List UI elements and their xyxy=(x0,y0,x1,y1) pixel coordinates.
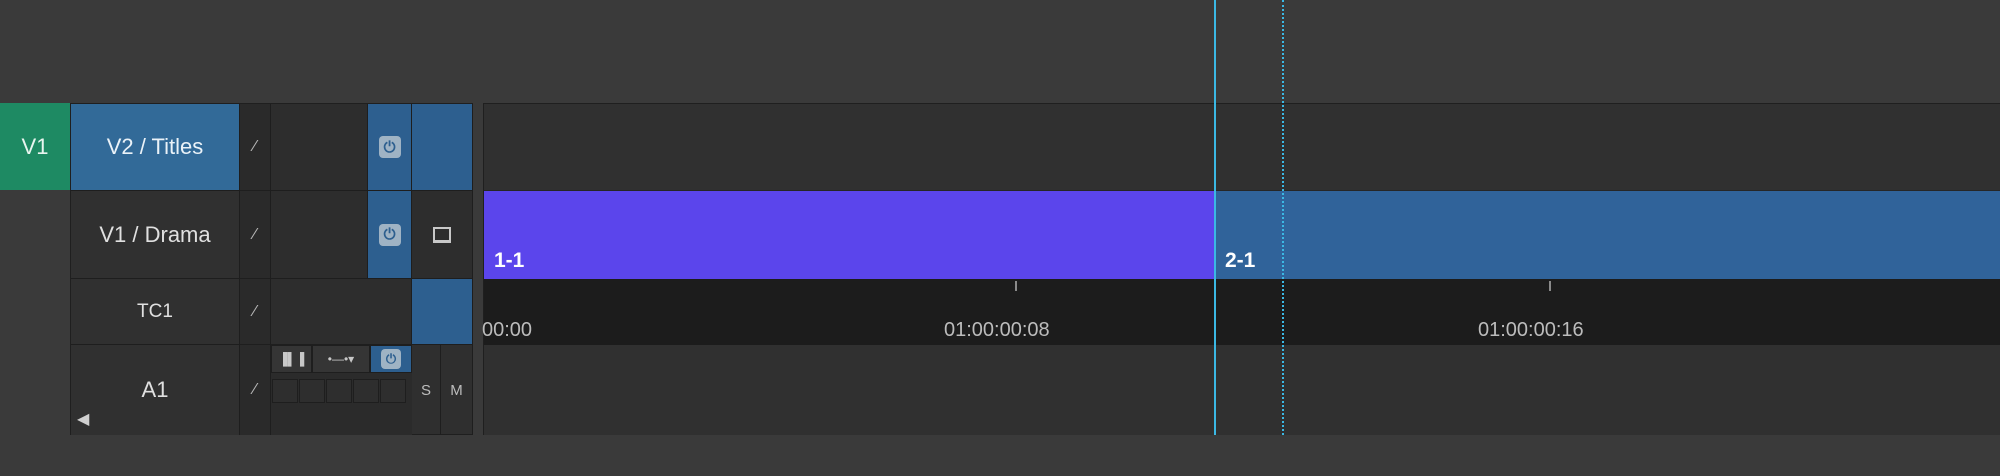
power-icon: ⏻ xyxy=(381,349,401,369)
track-name-v2-titles[interactable]: V2 / Titles xyxy=(71,104,240,191)
source-patch-v1[interactable]: V1 xyxy=(0,103,70,190)
audio-controls: ▐▌▐ •—•▾ ⏻ xyxy=(271,345,412,435)
meter-segment xyxy=(299,379,325,403)
clip-label: 2-1 xyxy=(1225,249,1256,272)
waveform-button[interactable]: ▐▌▐ xyxy=(271,345,312,373)
lane-a1[interactable] xyxy=(484,345,2000,435)
lane-v2[interactable] xyxy=(484,104,2000,191)
timecode-label: 00:00 xyxy=(482,319,533,341)
meter-segment xyxy=(380,379,406,403)
timecode-label: 01:00:00:16 xyxy=(1478,319,1584,341)
secondary-playhead[interactable] xyxy=(1282,0,1284,435)
track-lock-toggle[interactable]: ∕ xyxy=(240,345,271,435)
ruler-tick xyxy=(1549,281,1551,291)
track-spacer xyxy=(271,279,412,345)
clip-2-1[interactable]: 2-1 xyxy=(1215,191,2000,279)
timecode-track-toggle[interactable] xyxy=(412,279,473,345)
monitor-icon xyxy=(433,226,451,243)
monitor-toggle[interactable] xyxy=(412,191,473,279)
clip-1-1[interactable]: 1-1 xyxy=(484,191,1215,279)
power-icon: ⏻ xyxy=(378,136,401,158)
monitor-toggle[interactable] xyxy=(412,104,473,191)
meter-segment xyxy=(272,379,298,403)
solo-button[interactable]: S xyxy=(412,345,441,435)
audio-mini-panel: ▐▌▐ •—•▾ ⏻ xyxy=(271,345,412,435)
lane-v1[interactable]: 1-1 2-1 xyxy=(484,191,2000,279)
waveform-icon: ▐▌▐ xyxy=(278,352,305,366)
keyframe-curve-icon: •—•▾ xyxy=(327,352,355,366)
track-enable-toggle[interactable]: ⏻ xyxy=(368,191,412,279)
clip-label: 1-1 xyxy=(494,249,525,272)
track-headers: V2 / Titles ∕ ⏻ V1 / Drama ∕ ⏻ TC1 ∕ A1 … xyxy=(70,103,473,435)
power-icon: ⏻ xyxy=(378,223,401,246)
speaker-icon: ◀ xyxy=(77,411,90,428)
pencil-icon: ∕ xyxy=(253,302,257,320)
track-spacer xyxy=(271,191,368,279)
pencil-icon: ∕ xyxy=(253,138,257,155)
track-enable-toggle[interactable]: ⏻ xyxy=(368,104,412,191)
audio-enable-toggle[interactable]: ⏻ xyxy=(370,345,412,373)
timecode-ruler[interactable]: 00:00 01:00:00:08 01:00:00:16 xyxy=(482,279,2000,345)
track-lock-toggle[interactable]: ∕ xyxy=(240,104,271,191)
mute-button[interactable]: M xyxy=(441,345,473,435)
meter-segment xyxy=(326,379,352,403)
track-name-a1[interactable]: A1 ◀ xyxy=(71,345,240,435)
track-lock-toggle[interactable]: ∕ xyxy=(240,191,271,279)
track-spacer xyxy=(271,104,368,191)
track-name-v1-drama[interactable]: V1 / Drama xyxy=(71,191,240,279)
pencil-icon: ∕ xyxy=(253,225,257,243)
track-lock-toggle[interactable]: ∕ xyxy=(240,279,271,345)
a1-label: A1 xyxy=(141,377,169,402)
automation-button[interactable]: •—•▾ xyxy=(312,345,370,373)
timeline-area[interactable]: 1-1 2-1 00:00 01:00:00:08 01:00:00:16 xyxy=(482,103,2000,435)
playhead[interactable] xyxy=(1214,0,1216,435)
pencil-icon: ∕ xyxy=(253,381,257,398)
meter-segment xyxy=(353,379,379,403)
ruler-tick xyxy=(1015,281,1017,291)
track-name-tc1[interactable]: TC1 xyxy=(71,279,240,345)
timecode-label: 01:00:00:08 xyxy=(944,319,1050,341)
